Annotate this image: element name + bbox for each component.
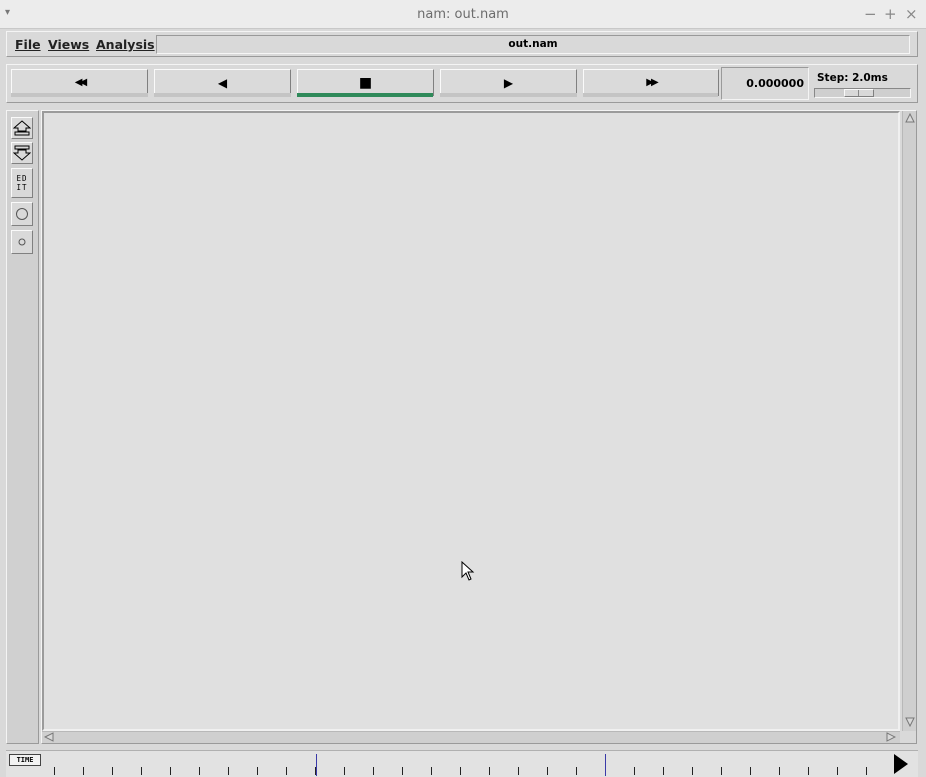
timeline-tick <box>518 767 519 775</box>
timeline-major-tick <box>316 754 317 776</box>
timeline-tick <box>54 767 55 775</box>
circle-small-button[interactable] <box>11 230 33 254</box>
scroll-up-icon[interactable] <box>905 113 915 123</box>
edit-label: ED IT <box>16 174 27 192</box>
play-icon: ▶ <box>503 75 514 90</box>
step-control: Step: 2.0ms <box>811 67 915 100</box>
rewind-icon: ◀◀ <box>74 77 88 88</box>
step-back-button[interactable]: ◀ <box>154 69 291 96</box>
menu-bar: File Views Analysis out.nam <box>6 31 918 57</box>
zoom-in-icon <box>13 120 31 136</box>
stop-button[interactable]: ■ <box>297 69 434 96</box>
fast-forward-button[interactable]: ▶▶ <box>583 69 719 96</box>
canvas-frame <box>41 110 917 744</box>
timeline-tick <box>257 767 258 775</box>
menu-file-label: File <box>15 37 41 52</box>
timeline-major-tick <box>605 754 606 776</box>
timeline-tick <box>112 767 113 775</box>
maximize-button[interactable]: + <box>884 5 897 23</box>
timeline-tick <box>373 767 374 775</box>
step-label: Step: 2.0ms <box>817 72 888 84</box>
filename-display: out.nam <box>156 35 910 54</box>
timeline-tick <box>721 767 722 775</box>
edit-label-line2: IT <box>16 183 28 192</box>
edit-label-line1: ED <box>16 174 28 183</box>
stop-icon: ■ <box>358 74 373 91</box>
animation-canvas[interactable] <box>42 111 900 731</box>
timeline-tick <box>460 767 461 775</box>
fast-forward-indicator <box>583 93 718 97</box>
timeline-tick <box>634 767 635 775</box>
timeline-tick <box>808 767 809 775</box>
circle-small-icon <box>18 238 26 246</box>
timeline-tick <box>83 767 84 775</box>
circle-large-icon <box>16 208 28 220</box>
minimize-button[interactable]: − <box>864 5 877 23</box>
tool-column: ED IT <box>6 110 39 744</box>
timeline-tick <box>837 767 838 775</box>
scroll-left-icon[interactable] <box>44 732 54 742</box>
menu-file[interactable]: File <box>15 37 41 52</box>
play-button[interactable]: ▶ <box>440 69 577 96</box>
timeline[interactable]: TIME <box>6 750 918 777</box>
timeline-tick <box>431 767 432 775</box>
current-time-display: 0.000000 <box>721 67 809 100</box>
timeline-tick <box>779 767 780 775</box>
scroll-right-icon[interactable] <box>886 732 896 742</box>
timeline-tick <box>199 767 200 775</box>
circle-large-button[interactable] <box>11 202 33 226</box>
timeline-tick <box>547 767 548 775</box>
stop-indicator <box>297 93 433 97</box>
playback-controls: ◀◀ ◀ ■ ▶ ▶▶ 0.000000 Step: 2.0ms <box>6 64 918 103</box>
step-slider-thumb[interactable] <box>844 89 874 97</box>
rewind-indicator <box>11 93 148 97</box>
timeline-tick <box>170 767 171 775</box>
fast-forward-icon: ▶▶ <box>646 77 659 88</box>
timeline-tick <box>402 767 403 775</box>
rewind-button[interactable]: ◀◀ <box>11 69 148 96</box>
mouse-cursor-icon <box>461 561 475 581</box>
play-indicator <box>440 93 577 97</box>
timeline-tick <box>141 767 142 775</box>
zoom-in-button[interactable] <box>11 117 33 139</box>
timeline-tick <box>663 767 664 775</box>
timeline-tick <box>228 767 229 775</box>
timeline-tick <box>344 767 345 775</box>
timeline-tick <box>750 767 751 775</box>
timeline-tick <box>489 767 490 775</box>
horizontal-scrollbar[interactable] <box>42 731 900 743</box>
back-indicator <box>154 93 291 97</box>
timeline-tick <box>576 767 577 775</box>
timeline-tick <box>692 767 693 775</box>
time-label: TIME <box>9 754 41 766</box>
window-titlebar: ▾ nam: out.nam − + × <box>0 0 926 29</box>
edit-button[interactable]: ED IT <box>11 168 33 198</box>
zoom-out-icon <box>13 145 31 161</box>
zoom-out-button[interactable] <box>11 142 33 164</box>
window-title: nam: out.nam <box>417 7 509 22</box>
menu-views[interactable]: Views <box>48 37 89 52</box>
menu-views-label: Views <box>48 37 90 52</box>
vertical-scrollbar[interactable] <box>902 111 916 731</box>
timeline-marker-icon[interactable] <box>893 753 909 775</box>
close-button[interactable]: × <box>905 5 918 23</box>
back-icon: ◀ <box>217 75 228 90</box>
scroll-down-icon[interactable] <box>905 717 915 727</box>
menu-analysis-label: Analysis <box>96 37 155 52</box>
menu-analysis[interactable]: Analysis <box>96 37 155 52</box>
timeline-tick <box>286 767 287 775</box>
step-slider[interactable] <box>814 88 911 98</box>
timeline-tick <box>866 767 867 775</box>
